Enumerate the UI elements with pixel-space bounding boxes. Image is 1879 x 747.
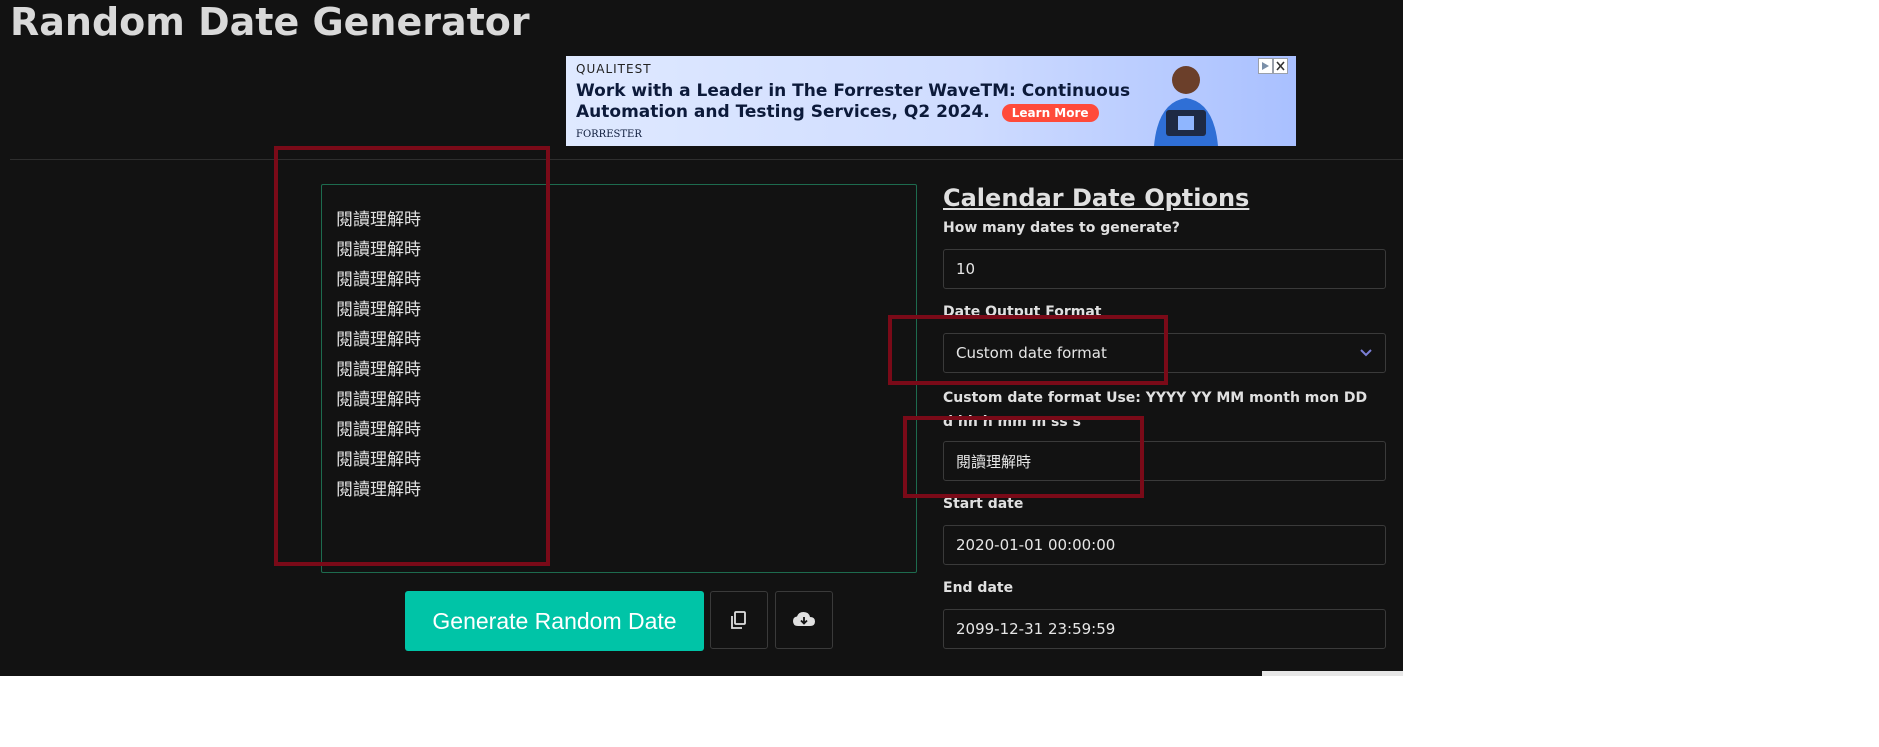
copy-icon <box>731 611 746 629</box>
page-title: Random Date Generator <box>10 0 530 44</box>
start-date-label: Start date <box>943 496 1024 512</box>
app-window: Random Date Generator QUALITEST Work wit… <box>0 0 1403 676</box>
ad-headline: Work with a Leader in The Forrester Wave… <box>576 81 1136 123</box>
ad-close-icon[interactable] <box>1258 58 1288 74</box>
options-heading: Calendar Date Options <box>943 184 1250 212</box>
highlight-box <box>888 315 1168 385</box>
start-date-input[interactable] <box>943 525 1386 565</box>
count-label: How many dates to generate? <box>943 220 1180 236</box>
cloud-download-icon <box>793 612 815 626</box>
generate-random-date-button[interactable]: Generate Random Date <box>405 591 704 651</box>
ad-brand: QUALITEST <box>576 62 652 76</box>
copy-button[interactable] <box>710 591 768 649</box>
download-button[interactable] <box>775 591 833 649</box>
count-input[interactable] <box>943 249 1386 289</box>
highlight-box <box>274 146 550 566</box>
advertisement-banner[interactable]: QUALITEST Work with a Leader in The Forr… <box>566 56 1296 146</box>
end-date-label: End date <box>943 580 1014 596</box>
chevron-down-icon <box>1360 349 1372 357</box>
ad-person-image <box>1154 66 1218 146</box>
ad-learn-more-button[interactable]: Learn More <box>1001 104 1099 122</box>
ad-footer-logo: FORRESTER <box>576 129 642 140</box>
divider <box>10 159 1403 160</box>
end-date-input[interactable] <box>943 609 1386 649</box>
scrollbar-stub <box>1262 671 1403 676</box>
highlight-box <box>903 416 1144 498</box>
